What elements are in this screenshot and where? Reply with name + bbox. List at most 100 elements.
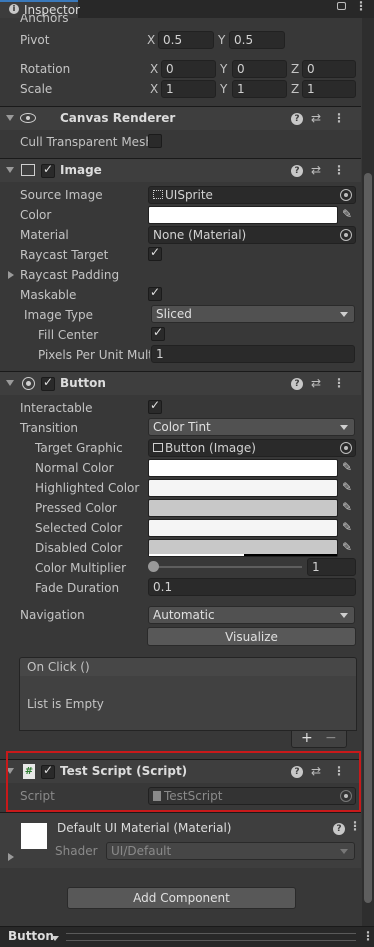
fold-arrow-icon[interactable] [6,380,14,386]
canvas-renderer-header[interactable]: Canvas Renderer ? ⇄ ⋮ [0,106,361,130]
cull-checkbox[interactable] [148,134,162,148]
preset-icon[interactable]: ⇄ [311,376,321,390]
scrollbar-track[interactable] [362,18,374,926]
scale-z-field[interactable]: 1 [302,80,356,98]
material-field[interactable]: None (Material) [148,226,356,244]
add-component-button[interactable]: Add Component [67,887,296,909]
pivot-x-field[interactable]: 0.5 [158,31,214,49]
remove-list-item-button[interactable]: − [325,730,337,746]
disabled-color-swatch[interactable] [148,539,338,557]
context-menu-icon[interactable]: ⋮ [333,376,345,390]
navigation-value: Automatic [153,608,215,622]
help-icon[interactable]: ? [291,165,303,177]
image-type-dropdown[interactable]: Sliced [151,305,355,323]
eyedropper-icon[interactable]: ✎ [342,480,358,496]
eyedropper-icon[interactable]: ✎ [342,460,358,476]
visualize-button[interactable]: Visualize [147,627,356,646]
rotation-y-field[interactable]: 0 [232,60,287,78]
source-image-value: UISprite [165,188,213,202]
context-menu-icon[interactable]: ⋮ [333,163,345,177]
help-icon[interactable]: ? [291,378,303,390]
transition-dropdown[interactable]: Color Tint [148,418,355,436]
normal-color-swatch[interactable] [148,459,338,477]
selected-color-label: Selected Color [35,521,123,535]
preset-icon[interactable]: ⇄ [311,111,321,125]
fade-duration-label: Fade Duration [35,581,120,595]
help-icon[interactable]: ? [333,823,345,835]
color-multiplier-field[interactable]: 1 [307,558,356,576]
source-image-field[interactable]: UISprite [148,186,356,204]
fill-center-checkbox[interactable]: ✓ [151,325,165,341]
add-list-item-button[interactable]: + [301,730,313,746]
color-multiplier-slider-track[interactable] [152,566,302,568]
scale-x-field[interactable]: 1 [161,80,216,98]
color-swatch[interactable] [148,206,338,224]
eyedropper-icon[interactable]: ✎ [342,540,358,556]
transition-value: Color Tint [153,420,211,434]
footer-bar: Button ⋮ [0,926,374,947]
on-click-label: On Click () [27,660,90,674]
preset-icon[interactable]: ⇄ [311,163,321,177]
selected-color-swatch[interactable] [148,519,338,537]
context-menu-icon[interactable]: ⋮ [362,929,374,943]
context-menu-icon[interactable]: ⋮ [349,819,361,833]
image-title: Image [60,163,102,177]
image-icon [153,443,163,452]
maskable-checkbox[interactable]: ✓ [148,285,162,301]
button-header[interactable]: ✓ Button ? ⇄ ⋮ [0,371,361,395]
on-click-header: On Click () [19,657,357,677]
button-enabled-checkbox[interactable]: ✓ [41,375,55,391]
object-picker-icon[interactable] [340,189,352,201]
footer-object-label[interactable]: Button [8,929,54,943]
fade-duration-field[interactable]: 0.1 [148,578,356,596]
on-click-list: List is Empty [19,676,357,731]
eyedropper-icon[interactable]: ✎ [342,207,358,223]
rotation-x-field[interactable]: 0 [161,60,216,78]
alpha-bar-bg [244,554,337,556]
foldout-arrow-icon[interactable] [8,271,14,279]
ppu-field[interactable]: 1 [151,345,355,363]
scale-x-axis: X [150,82,159,96]
fill-center-label: Fill Center [38,328,99,342]
scale-z-axis: Z [291,82,300,96]
menu-more-icon[interactable]: ⋮ [355,0,367,13]
rotation-y-axis: Y [220,62,228,76]
image-enabled-checkbox[interactable]: ✓ [41,162,55,178]
pressed-color-swatch[interactable] [148,499,338,517]
image-type-label: Image Type [24,308,93,322]
image-header[interactable]: ✓ Image ? ⇄ ⋮ [0,158,361,182]
fold-arrow-icon[interactable] [6,167,14,173]
component-icons: ? ⇄ ⋮ [291,111,351,127]
preview-drag-bar[interactable] [66,933,356,941]
fold-arrow-icon[interactable] [6,115,14,121]
scale-y-field[interactable]: 1 [232,80,287,98]
component-icons: ? ⇄ ⋮ [291,376,351,392]
disabled-color-label: Disabled Color [35,541,123,555]
pivot-y-field[interactable]: 0.5 [229,31,285,49]
pivot-label: Pivot [20,33,50,47]
eyedropper-icon[interactable]: ✎ [342,520,358,536]
color-multiplier-slider-handle[interactable] [148,561,159,572]
highlighted-color-swatch[interactable] [148,479,338,497]
raycast-padding-label[interactable]: Raycast Padding [20,268,119,282]
lock-icon[interactable] [337,2,346,10]
foldout-arrow-icon[interactable] [8,853,14,861]
shader-value: UI/Default [111,844,172,858]
rotation-z-field[interactable]: 0 [302,60,356,78]
check-icon: ✓ [43,162,54,176]
rotation-z-axis: Z [291,62,300,76]
target-graphic-field[interactable]: Button (Image) [148,439,356,457]
chevron-down-icon [340,425,348,430]
eyedropper-icon[interactable]: ✎ [342,500,358,516]
chevron-down-icon[interactable] [51,936,59,941]
object-picker-icon[interactable] [340,442,352,454]
object-picker-icon[interactable] [340,229,352,241]
interactable-checkbox[interactable]: ✓ [148,398,162,414]
navigation-dropdown[interactable]: Automatic [148,606,355,624]
anchors-label[interactable]: Anchors [20,14,69,26]
raycast-target-checkbox[interactable]: ✓ [148,245,162,261]
sprite-icon [153,190,163,199]
help-icon[interactable]: ? [291,113,303,125]
context-menu-icon[interactable]: ⋮ [333,111,345,125]
scrollbar-thumb[interactable] [364,173,372,903]
